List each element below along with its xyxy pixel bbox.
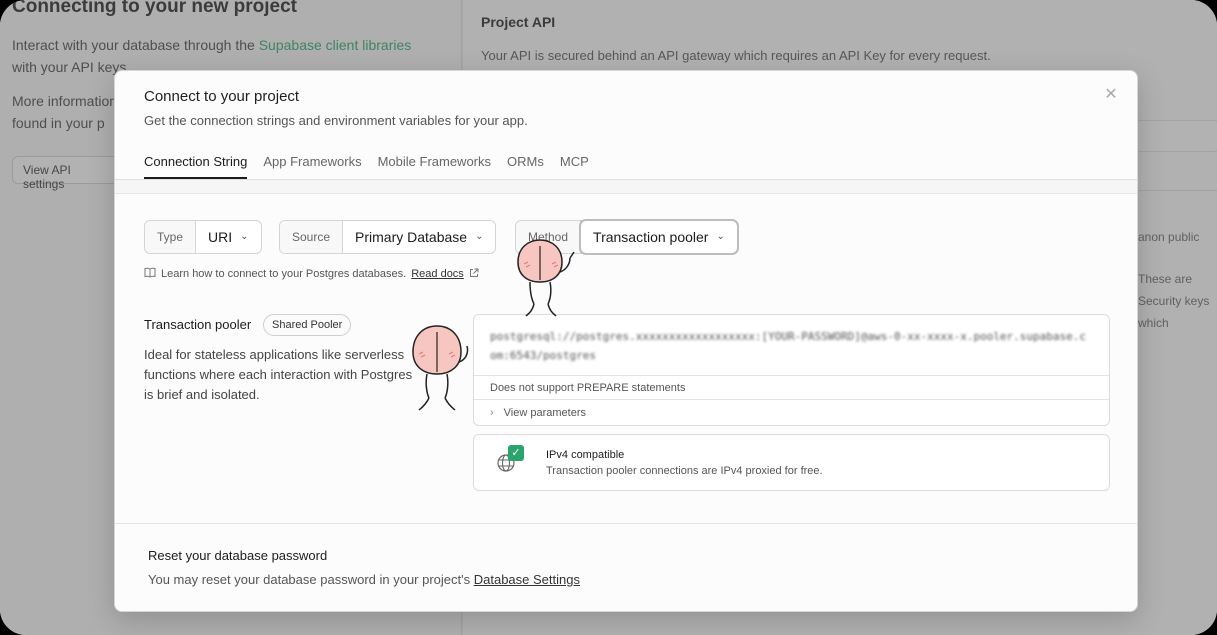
type-select-text: URI — [208, 229, 233, 245]
reset-password-section: Reset your database password You may res… — [115, 523, 1137, 611]
external-link-icon[interactable] — [469, 268, 479, 281]
ipv4-subtitle: Transaction pooler connections are IPv4 … — [546, 465, 823, 477]
type-select-value[interactable]: URI ⌄ — [196, 221, 261, 253]
prepare-warning: Does not support PREPARE statements — [474, 375, 1109, 399]
tab-mobile-frameworks[interactable]: Mobile Frameworks — [378, 151, 491, 179]
learn-row: Learn how to connect to your Postgres da… — [144, 267, 479, 281]
type-select-label: Type — [145, 221, 197, 253]
tab-connection-string[interactable]: Connection String — [144, 151, 248, 179]
connect-modal: ✕ Connect to your project Get the connec… — [114, 70, 1138, 612]
book-icon — [144, 267, 156, 281]
close-icon[interactable]: ✕ — [1103, 87, 1119, 103]
tab-app-frameworks[interactable]: App Frameworks — [263, 151, 361, 179]
modal-title: Connect to your project — [144, 88, 300, 105]
chevron-right-icon: › — [490, 407, 494, 419]
tab-bar: Connection String App Frameworks Mobile … — [144, 151, 589, 179]
tabs-band — [115, 180, 1137, 194]
screen: Connecting to your new project Interact … — [0, 0, 1217, 635]
connection-string-box: postgresql://postgres.xxxxxxxxxxxxxxxxxx… — [473, 314, 1110, 426]
peach-sticker-icon — [517, 239, 575, 317]
reset-password-title: Reset your database password — [148, 548, 328, 563]
pooler-description: Ideal for stateless applications like se… — [144, 347, 413, 402]
connection-string[interactable]: postgresql://postgres.xxxxxxxxxxxxxxxxxx… — [490, 327, 1090, 365]
read-docs-link[interactable]: Read docs — [411, 268, 464, 280]
chevron-down-icon: ⌄ — [475, 231, 484, 242]
reset-password-text: You may reset your database password in … — [148, 572, 580, 587]
source-select-text: Primary Database — [355, 229, 468, 245]
peach-sticker-icon — [412, 325, 469, 411]
tab-mcp[interactable]: MCP — [560, 151, 589, 179]
chevron-down-icon: ⌄ — [240, 231, 249, 242]
check-icon: ✓ — [508, 445, 524, 461]
ipv4-title: IPv4 compatible — [546, 449, 625, 461]
source-select-value[interactable]: Primary Database ⌄ — [343, 221, 495, 253]
modal-subtitle: Get the connection strings and environme… — [144, 113, 528, 128]
pooler-title: Transaction pooler — [144, 317, 252, 332]
type-select[interactable]: Type URI ⌄ — [144, 220, 262, 254]
method-select-text: Transaction pooler — [593, 229, 709, 245]
view-parameters-label: View parameters — [503, 407, 587, 419]
shared-pooler-badge: Shared Pooler — [263, 314, 352, 336]
ipv4-box: ✓ IPv4 compatible Transaction pooler con… — [473, 434, 1110, 491]
database-settings-link[interactable]: Database Settings — [474, 572, 580, 587]
tab-orms[interactable]: ORMs — [507, 151, 544, 179]
view-parameters-toggle[interactable]: › View parameters — [474, 399, 1109, 425]
method-select-value[interactable]: Transaction pooler ⌄ — [579, 219, 739, 255]
source-select[interactable]: Source Primary Database ⌄ — [279, 220, 497, 254]
chevron-down-icon: ⌄ — [716, 231, 725, 242]
learn-text: Learn how to connect to your Postgres da… — [161, 268, 407, 280]
reset-password-text-start: You may reset your database password in … — [148, 572, 474, 587]
source-select-label: Source — [280, 221, 344, 253]
